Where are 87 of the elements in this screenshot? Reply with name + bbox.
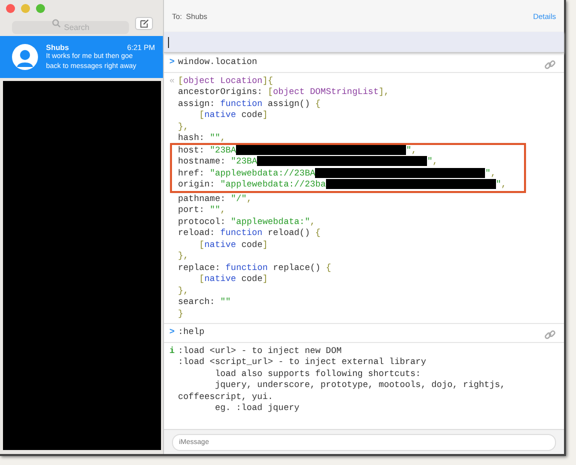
code-string: "applewebdata:" <box>230 216 310 226</box>
code-string: "23BA <box>210 144 236 155</box>
code-text: eg. :load jquery <box>214 403 300 413</box>
avatar-icon <box>12 44 38 70</box>
code-text: port: <box>178 205 206 215</box>
code-string: " <box>496 179 502 190</box>
code-text: code <box>240 240 262 250</box>
prompt-glyph: « <box>168 76 176 88</box>
code-type: object DOMStringList <box>273 87 379 97</box>
minimize-window-icon[interactable] <box>21 4 30 13</box>
code-keyword: native <box>204 240 236 250</box>
code-text: replace: <box>178 262 222 272</box>
code-string: " <box>406 144 412 155</box>
zoom-window-icon[interactable] <box>36 4 45 13</box>
code-type: object Location <box>183 76 262 86</box>
code-text: ancestorOrigins: <box>178 87 264 97</box>
prompt-glyph: > <box>168 327 176 338</box>
code-punct: [ <box>199 240 204 250</box>
prompt-glyph: > <box>168 57 176 68</box>
code-punct: ] <box>262 110 268 120</box>
code-text: coffeescript, yui. <box>178 392 274 402</box>
code-text: window.location <box>178 57 258 67</box>
code-string: "" <box>210 205 220 215</box>
code-text: reload: <box>178 228 216 238</box>
code-keyword: native <box>204 110 236 120</box>
code-punct: , <box>501 179 506 190</box>
code-text: protocol: <box>178 216 227 226</box>
code-punct: }, <box>178 286 189 296</box>
code-punct: , <box>246 194 252 204</box>
code-punct: , <box>432 156 438 166</box>
code-text: jquery, underscore, prototype, mootools, dojo, rightjs, <box>214 380 506 390</box>
code-punct: , <box>310 216 316 226</box>
command-input-field[interactable] <box>164 32 564 53</box>
code-text: code <box>240 274 262 284</box>
code-text: pathname: <box>178 194 227 204</box>
code-punct: } <box>178 308 184 318</box>
code-string: "applewebdata://23ba <box>220 179 326 190</box>
code-text: href: <box>178 168 206 178</box>
close-window-icon[interactable] <box>6 4 15 13</box>
code-punct: { <box>315 228 321 238</box>
code-text: :load <url> - to inject new DOM <box>178 346 342 356</box>
code-punct: ]{ <box>262 76 274 86</box>
code-text: search: <box>178 297 216 307</box>
code-punct: [ <box>199 274 204 284</box>
code-string: "applewebdata://23BA <box>210 168 316 178</box>
code-punct: }, <box>178 251 189 261</box>
code-string: " <box>485 168 491 178</box>
code-string: "" <box>220 297 231 307</box>
code-string: " <box>427 156 432 166</box>
code-keyword: function <box>220 228 262 238</box>
code-text: assign: <box>178 98 216 108</box>
prompt-glyph: i <box>168 346 176 358</box>
code-text: load also supports following shortcuts: <box>214 368 421 378</box>
code-keyword: native <box>204 274 236 284</box>
code-string: "23BA <box>230 156 258 166</box>
code-punct: ], <box>378 87 390 97</box>
code-punct: { <box>326 262 332 272</box>
code-punct: , <box>411 144 417 155</box>
code-punct: , <box>220 133 226 143</box>
code-punct: [ <box>199 110 204 120</box>
code-text: hostname: <box>178 156 227 166</box>
code-punct: , <box>220 205 226 215</box>
code-punct: ] <box>262 274 268 284</box>
code-punct: { <box>315 98 321 108</box>
link-icon[interactable] <box>544 329 556 341</box>
code-punct: }, <box>178 122 189 132</box>
code-text: host: <box>178 144 206 155</box>
code-text: :load <script_url> - to inject external library <box>178 357 426 367</box>
code-text: code <box>240 110 262 120</box>
search-icon <box>52 19 61 28</box>
code-text: reload() <box>266 228 311 238</box>
code-string: "" <box>210 133 220 143</box>
code-text: origin: <box>178 179 216 190</box>
link-icon[interactable] <box>544 59 556 71</box>
code-keyword: function <box>220 98 262 108</box>
code-string: "/" <box>230 194 247 204</box>
compose-button[interactable] <box>135 17 153 30</box>
code-text: assign() <box>266 98 311 108</box>
code-punct: ] <box>262 240 268 250</box>
code-text: replace() <box>272 262 322 272</box>
code-punct: , <box>490 168 496 178</box>
code-keyword: function <box>226 262 268 272</box>
code-text: :help <box>178 327 204 337</box>
code-text: hash: <box>178 133 206 143</box>
code-punct: [ <box>178 76 184 86</box>
compose-icon <box>138 18 150 29</box>
code-punct: [ <box>268 87 274 97</box>
